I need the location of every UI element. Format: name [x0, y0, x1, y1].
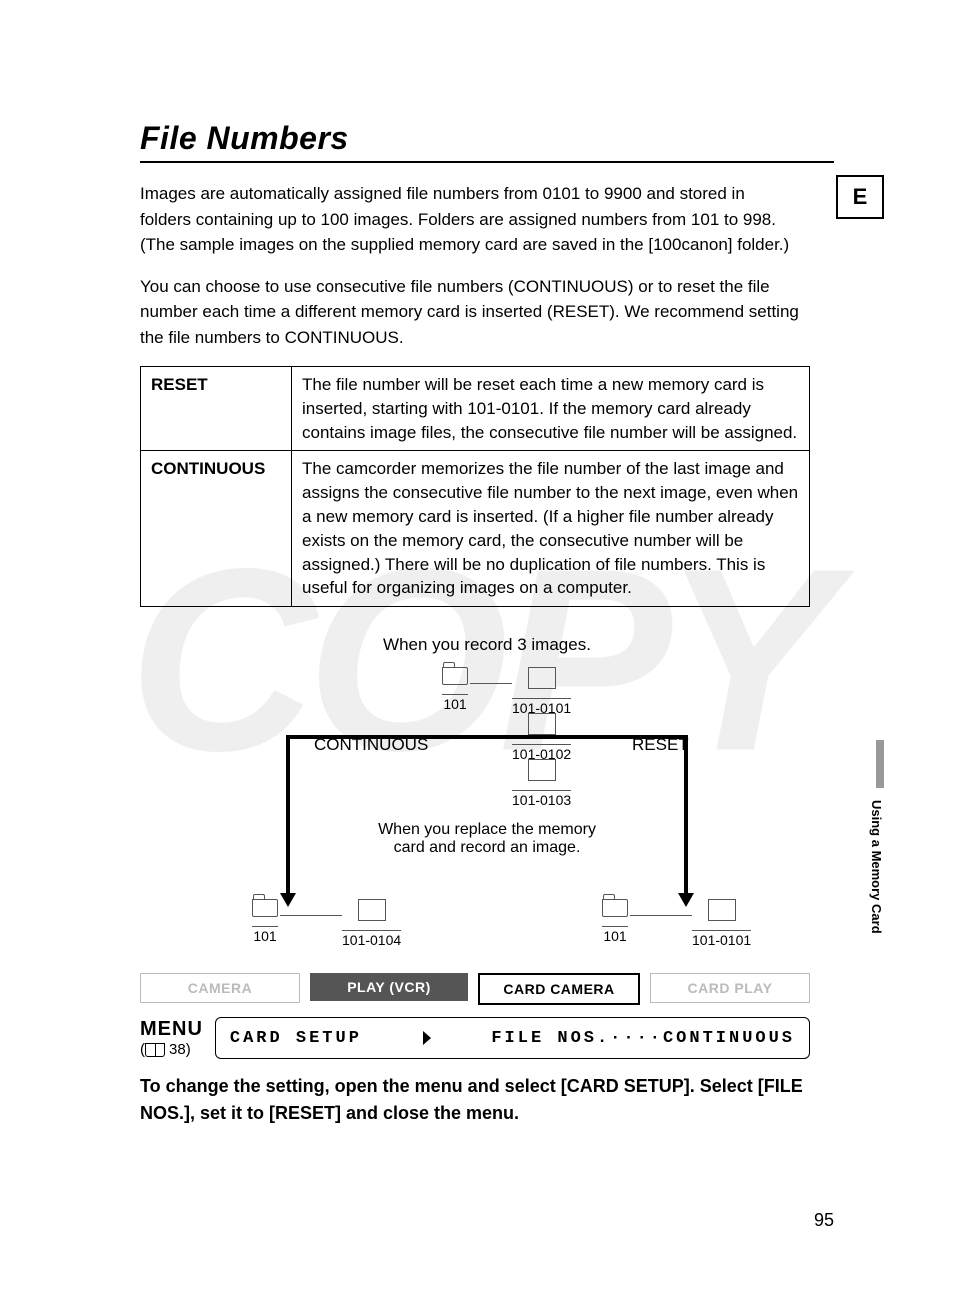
connector-line [280, 915, 342, 916]
mode-table: RESET The file number will be reset each… [140, 366, 810, 607]
folder-label: 101 [442, 694, 468, 712]
book-icon [145, 1043, 165, 1057]
branch-label-left: CONTINUOUS [314, 735, 428, 755]
table-row: RESET The file number will be reset each… [141, 367, 810, 451]
branch-label-right: RESET [632, 735, 689, 755]
menu-right-text: FILE NOS.····CONTINUOUS [491, 1029, 795, 1048]
section-label: Using a Memory Card [869, 800, 884, 934]
manual-page: COPY E Using a Memory Card 95 File Numbe… [0, 0, 954, 1291]
intro-paragraph-2: You can choose to use consecutive file n… [140, 274, 800, 351]
menu-left-text: CARD SETUP [230, 1029, 362, 1048]
caption-line: When you replace the memory [152, 821, 822, 839]
mode-card-play: CARD PLAY [650, 973, 810, 1003]
table-row: CONTINUOUS The camcorder memorizes the f… [141, 451, 810, 607]
mode-card-camera: CARD CAMERA [478, 973, 640, 1005]
image-label: 101-0104 [342, 930, 401, 948]
file-number-diagram: When you record 3 images. 101 101-0101 1… [152, 635, 822, 965]
row-val: The file number will be reset each time … [292, 367, 810, 451]
page-title: File Numbers [140, 120, 834, 157]
section-tab [876, 740, 884, 788]
row-val: The camcorder memorizes the file number … [292, 451, 810, 607]
language-tab: E [836, 175, 884, 219]
arrow-down-icon [280, 893, 296, 907]
top-folder: 101 [442, 667, 468, 712]
connector-line [630, 915, 692, 916]
page-number: 95 [814, 1210, 834, 1231]
caption-line: card and record an image. [152, 839, 822, 857]
title-rule [140, 161, 834, 163]
menu-label: MENU (38) [140, 1018, 203, 1058]
menu-path-box: CARD SETUP FILE NOS.····CONTINUOUS [215, 1017, 810, 1059]
diagram-caption-top: When you record 3 images. [152, 635, 822, 655]
image-icon [528, 759, 556, 781]
menu-path-row: MENU (38) CARD SETUP FILE NOS.····CONTIN… [140, 1017, 810, 1059]
mode-play-vcr: PLAY (VCR) [310, 973, 468, 1001]
row-key: CONTINUOUS [141, 451, 292, 607]
branch-leg-left [286, 735, 290, 895]
top-image-1: 101-0101 [512, 667, 571, 716]
folder-label: 101 [602, 926, 628, 944]
instruction-text: To change the setting, open the menu and… [140, 1073, 810, 1127]
folder-icon [602, 899, 628, 917]
branch-leg-right [684, 735, 688, 895]
right-folder: 101 [602, 899, 628, 944]
row-key: RESET [141, 367, 292, 451]
folder-label: 101 [252, 926, 278, 944]
image-label: 101-0101 [692, 930, 751, 948]
menu-page-ref: (38) [140, 1041, 191, 1058]
folder-icon [442, 667, 468, 685]
image-icon [528, 667, 556, 689]
image-icon [708, 899, 736, 921]
menu-word: MENU [140, 1018, 203, 1041]
image-label: 101-0103 [512, 790, 571, 808]
folder-icon [252, 899, 278, 917]
diagram-caption-mid: When you replace the memory card and rec… [152, 821, 822, 857]
top-image-3: 101-0103 [512, 759, 571, 808]
left-image: 101-0104 [342, 899, 401, 948]
intro-paragraph-1: Images are automatically assigned file n… [140, 181, 800, 258]
image-icon [528, 713, 556, 735]
left-folder: 101 [252, 899, 278, 944]
image-icon [358, 899, 386, 921]
right-image: 101-0101 [692, 899, 751, 948]
mode-button-row: CAMERA PLAY (VCR) CARD CAMERA CARD PLAY [140, 973, 810, 1005]
mode-camera: CAMERA [140, 973, 300, 1003]
triangle-right-icon [423, 1031, 431, 1045]
connector-line [470, 683, 512, 684]
